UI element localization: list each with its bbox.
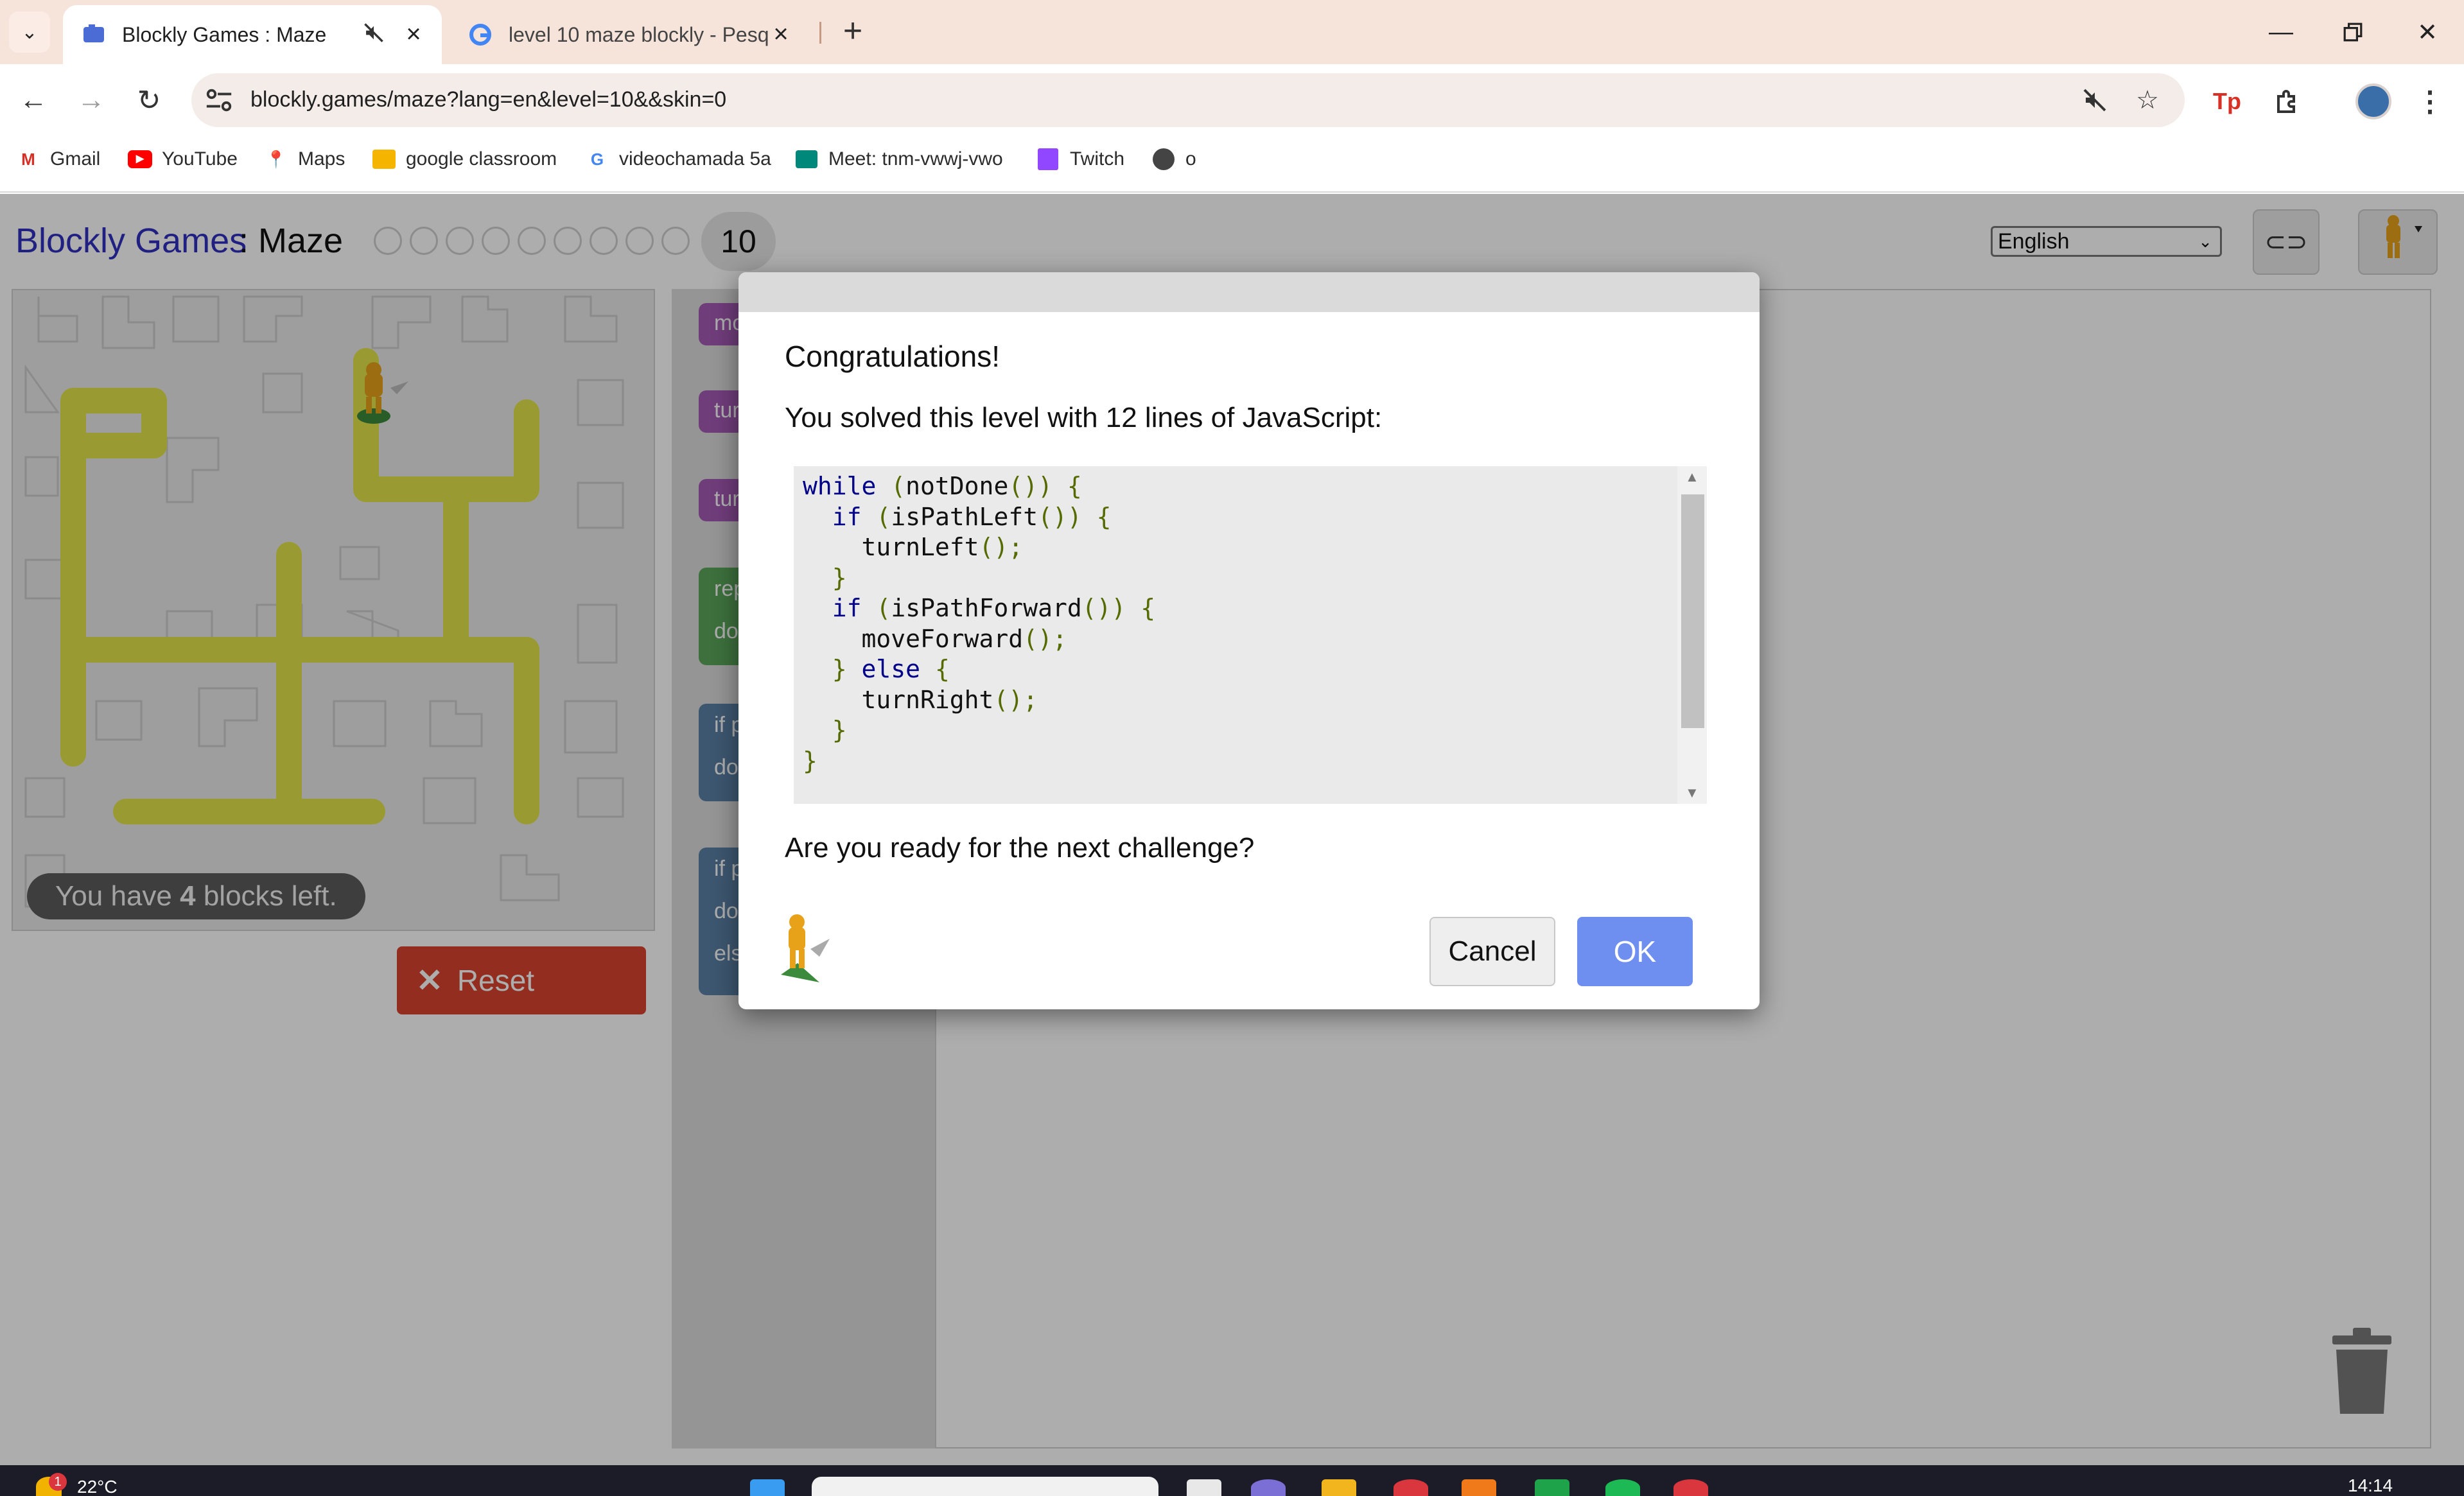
weather-temperature: 22°C bbox=[77, 1477, 118, 1496]
tab-close-icon[interactable]: × bbox=[401, 21, 426, 48]
maps-icon: 📍 bbox=[265, 149, 287, 169]
task-view-icon[interactable] bbox=[1187, 1479, 1221, 1496]
profile-avatar[interactable] bbox=[2355, 83, 2391, 119]
chrome-profile-icon[interactable] bbox=[1673, 1479, 1708, 1496]
ok-button[interactable]: OK bbox=[1577, 917, 1693, 986]
bookmark-google-classroom[interactable]: google classroom bbox=[371, 146, 557, 172]
back-arrow-icon[interactable]: ← bbox=[14, 81, 53, 119]
bookmark-twitch[interactable]: Twitch bbox=[1035, 146, 1124, 172]
screen: ⌄ Blockly Games : Maze × level 10 maze b… bbox=[0, 0, 2464, 1496]
tab-separator bbox=[819, 22, 821, 44]
chevron-down-icon: ⌄ bbox=[21, 21, 38, 43]
minimize-icon[interactable]: — bbox=[2260, 12, 2302, 53]
tab-google-search[interactable]: level 10 maze blockly - Pesquisa × bbox=[450, 5, 809, 64]
new-tab-button[interactable]: + bbox=[835, 14, 871, 50]
xbox-icon[interactable] bbox=[1535, 1479, 1569, 1496]
restore-icon[interactable] bbox=[2332, 12, 2373, 53]
bookmark-star-icon[interactable]: ☆ bbox=[2131, 83, 2164, 117]
taskbar-clock: 14:14 bbox=[2348, 1475, 2393, 1495]
teams-icon[interactable] bbox=[1251, 1479, 1286, 1496]
spotify-icon[interactable] bbox=[1605, 1479, 1640, 1496]
notification-badge: 1 bbox=[49, 1473, 67, 1491]
scroll-down-icon[interactable]: ▼ bbox=[1685, 785, 1699, 801]
tab-muted-icon[interactable] bbox=[361, 22, 387, 48]
tab-title: Blockly Games : Maze bbox=[122, 22, 327, 46]
dialog-title-bar[interactable] bbox=[738, 272, 1760, 312]
mute-site-icon[interactable] bbox=[2078, 83, 2111, 117]
classroom-icon bbox=[371, 146, 397, 172]
dialog-heading: Congratulations! bbox=[785, 340, 1000, 373]
bookmarks-bar bbox=[0, 136, 2464, 193]
file-explorer-icon[interactable] bbox=[1322, 1479, 1356, 1496]
code-scrollbar-thumb[interactable] bbox=[1681, 494, 1704, 728]
google-icon: G bbox=[590, 149, 604, 169]
gmail-icon: M bbox=[21, 149, 35, 169]
cancel-button[interactable]: Cancel bbox=[1429, 917, 1555, 986]
tab-title: level 10 maze blockly - Pesquisa bbox=[509, 22, 768, 46]
blockly-favicon-icon bbox=[83, 24, 104, 42]
brave-icon[interactable] bbox=[1462, 1479, 1496, 1496]
site-info-icon[interactable] bbox=[204, 87, 234, 113]
reload-icon[interactable]: ↻ bbox=[130, 81, 168, 119]
extension-tp-icon[interactable]: Tp bbox=[2209, 83, 2245, 119]
windows-taskbar bbox=[0, 1465, 2464, 1496]
chrome-icon[interactable] bbox=[1394, 1479, 1428, 1496]
browser-menu-icon[interactable]: ⋮ bbox=[2412, 83, 2448, 119]
youtube-icon: ▶ bbox=[127, 146, 153, 172]
congratulations-dialog: Congratulations! You solved this level w… bbox=[738, 272, 1760, 1009]
code-listing: while (notDone()) { if (isPathLeft()) { … bbox=[803, 472, 1156, 775]
twitch-icon bbox=[1035, 146, 1061, 172]
meet-icon bbox=[794, 146, 819, 172]
tab-search-button[interactable]: ⌄ bbox=[9, 12, 50, 53]
globe-icon bbox=[1151, 146, 1176, 172]
scroll-up-icon[interactable]: ▲ bbox=[1685, 469, 1699, 485]
forward-arrow-icon[interactable]: → bbox=[72, 81, 110, 119]
bookmark-maps[interactable]: 📍 Maps bbox=[263, 146, 345, 172]
google-favicon-icon bbox=[469, 24, 491, 46]
extensions-puzzle-icon[interactable] bbox=[2269, 83, 2305, 119]
windows-start-icon[interactable] bbox=[750, 1479, 785, 1496]
tab-blockly-maze[interactable]: Blockly Games : Maze × bbox=[63, 5, 442, 64]
bookmark-gmail[interactable]: M Gmail bbox=[15, 146, 100, 172]
dialog-question: Are you ready for the next challenge? bbox=[785, 832, 1255, 864]
dialog-message: You solved this level with 12 lines of J… bbox=[785, 402, 1383, 433]
bookmark-videochamada[interactable]: Gvideochamada 5a bbox=[584, 146, 771, 172]
pegman-icon bbox=[781, 914, 830, 982]
taskbar-search[interactable] bbox=[812, 1477, 1158, 1496]
bookmark-youtube[interactable]: ▶ YouTube bbox=[127, 146, 238, 172]
window-close-icon[interactable]: ✕ bbox=[2407, 12, 2448, 53]
bookmark-o[interactable]: o bbox=[1151, 146, 1196, 172]
url-text: blockly.games/maze?lang=en&level=10&&ski… bbox=[250, 87, 727, 112]
code-box[interactable]: while (notDone()) { if (isPathLeft()) { … bbox=[794, 466, 1707, 804]
tab-close-icon[interactable]: × bbox=[768, 21, 794, 48]
bookmark-meet[interactable]: Meet: tnm-vwwj-vwo bbox=[794, 146, 1003, 172]
